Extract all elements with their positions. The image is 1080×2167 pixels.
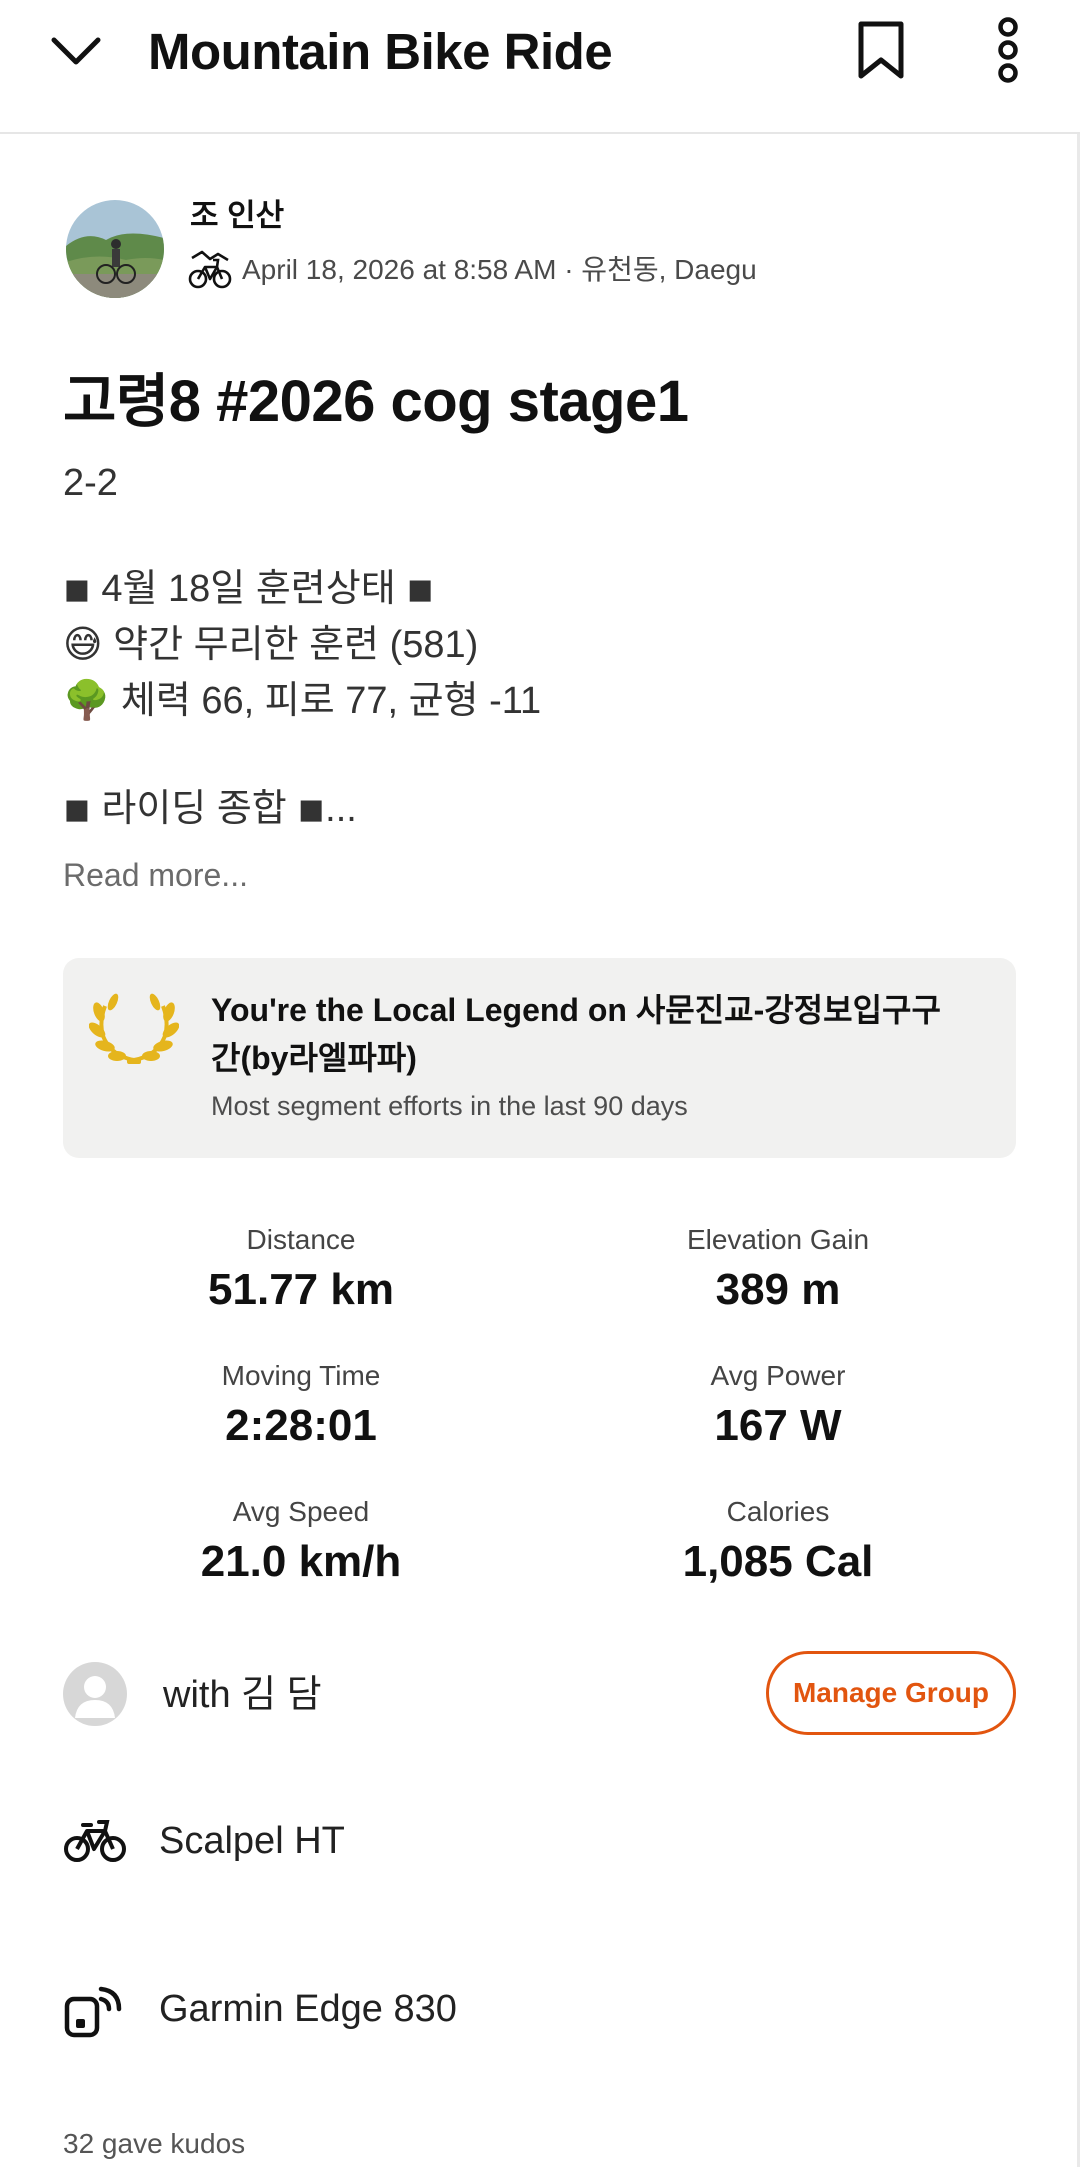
device-name: Garmin Edge 830 <box>159 1988 457 2030</box>
group-member-avatar[interactable] <box>63 1662 127 1726</box>
mountain-bike-icon <box>188 250 232 289</box>
person-placeholder-icon <box>75 1676 115 1718</box>
stat-value: 1,085 Cal <box>682 1537 874 1586</box>
gps-device-icon <box>64 1986 122 2038</box>
stat-value: 21.0 km/h <box>200 1537 402 1586</box>
stat-elevation-gain: Elevation Gain 389 m <box>540 1220 1016 1318</box>
stat-label: Calories <box>726 1496 830 1527</box>
description-line: ◾ 4월 18일 훈련상태 ◾ <box>63 568 435 610</box>
athlete-photo-icon <box>66 200 164 298</box>
page-title: Mountain Bike Ride <box>148 23 613 80</box>
stat-label: Avg Speed <box>232 1496 370 1527</box>
description-line: 😅 약간 무리한 훈련 (581) <box>63 624 479 666</box>
chevron-down-icon <box>51 37 101 65</box>
group-members-text[interactable]: with 김 담 <box>163 1670 322 1720</box>
activity-meta: April 18, 2026 at 8:58 AM · 유천동, Daegu <box>188 248 757 292</box>
stat-calories: Calories 1,085 Cal <box>540 1492 1016 1590</box>
group-activity-row: with 김 담 Manage Group <box>63 1650 1016 1740</box>
stat-label: Distance <box>246 1224 356 1255</box>
stat-value: 2:28:01 <box>225 1401 377 1450</box>
local-legend-subtitle: Most segment efforts in the last 90 days <box>211 1091 688 1121</box>
local-legend-card[interactable]: You're the Local Legend on 사문진교-강정보입구구간(… <box>63 958 1016 1158</box>
manage-group-button[interactable]: Manage Group <box>766 1651 1016 1735</box>
collapse-button[interactable] <box>40 20 112 82</box>
activity-title: 고령8 #2026 cog stage1 <box>63 369 689 434</box>
top-app-bar: Mountain Bike Ride <box>0 0 1080 134</box>
more-options-button[interactable] <box>978 14 1038 86</box>
description-line: ◾ 라이딩 종합 ◾... <box>63 788 357 830</box>
stat-avg-power: Avg Power 167 W <box>540 1356 1016 1454</box>
stat-avg-speed: Avg Speed 21.0 km/h <box>63 1492 539 1590</box>
stat-value: 167 W <box>714 1401 842 1450</box>
local-legend-title: You're the Local Legend on 사문진교-강정보입구구간(… <box>211 992 941 1076</box>
description-line: 2-2 <box>63 462 118 504</box>
athlete-avatar[interactable] <box>66 200 164 298</box>
stat-label: Elevation Gain <box>686 1224 870 1255</box>
stat-value: 51.77 km <box>208 1265 394 1314</box>
description-line: 🌳 체력 66, 피로 77, 균형 -11 <box>63 680 542 722</box>
stat-label: Moving Time <box>221 1360 381 1391</box>
stat-value: 389 m <box>715 1265 841 1314</box>
stat-moving-time: Moving Time 2:28:01 <box>63 1356 539 1454</box>
laurel-wreath-icon <box>89 993 179 1064</box>
activity-date-location: April 18, 2026 at 8:58 AM · 유천동, Daegu <box>242 254 757 285</box>
bike-gear-row[interactable]: Scalpel HT <box>63 1806 1016 1876</box>
bookmark-icon <box>858 21 904 79</box>
device-row[interactable]: Garmin Edge 830 <box>63 1974 1016 2044</box>
stat-label: Avg Power <box>710 1360 846 1391</box>
kudos-count[interactable]: 32 gave kudos <box>63 2124 245 2164</box>
read-more-link[interactable]: Read more... <box>63 852 248 898</box>
bike-icon <box>64 1820 126 1862</box>
athlete-name[interactable]: 조 인산 <box>190 196 284 236</box>
vertical-dots-icon <box>998 17 1018 83</box>
save-route-button[interactable] <box>848 14 914 86</box>
stat-distance: Distance 51.77 km <box>63 1220 539 1318</box>
bike-name: Scalpel HT <box>159 1820 345 1862</box>
